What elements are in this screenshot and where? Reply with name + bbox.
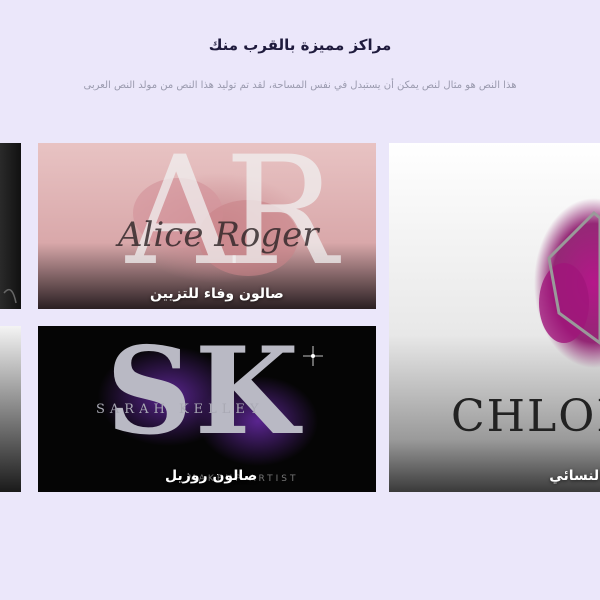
salon-card-label: صالون روزيل [165, 468, 258, 484]
section-title: مراكز مميزة بالقرب منك [208, 36, 392, 54]
logo-script: Alice Roger [118, 215, 319, 255]
salon-card-rozil[interactable]: SK SARAH KELLEY MAKEUP ARTIST صالون روزي… [38, 326, 376, 492]
salon-card-image [0, 143, 21, 309]
salon-card-partial-bottom[interactable] [0, 326, 21, 492]
logo-name: CHLOE [451, 391, 600, 442]
section-subtitle: هذا النص هو مثال لنص يمكن أن يستبدل في ن… [83, 80, 517, 91]
logo-name: SARAH KELLEY [96, 402, 264, 417]
salon-card-wafaa[interactable]: AR Alice Roger صالون وفاء للتزيين [38, 143, 376, 309]
salon-card-label: صالون وفاء للتزيين [150, 286, 284, 302]
salon-card-label: النسائي [549, 468, 600, 484]
salon-card-chloe[interactable]: CHLOE النسائي [389, 143, 600, 492]
salon-card-image [0, 326, 21, 492]
logo-initials: SK [106, 326, 301, 462]
salon-card-partial-top[interactable] [0, 143, 21, 309]
